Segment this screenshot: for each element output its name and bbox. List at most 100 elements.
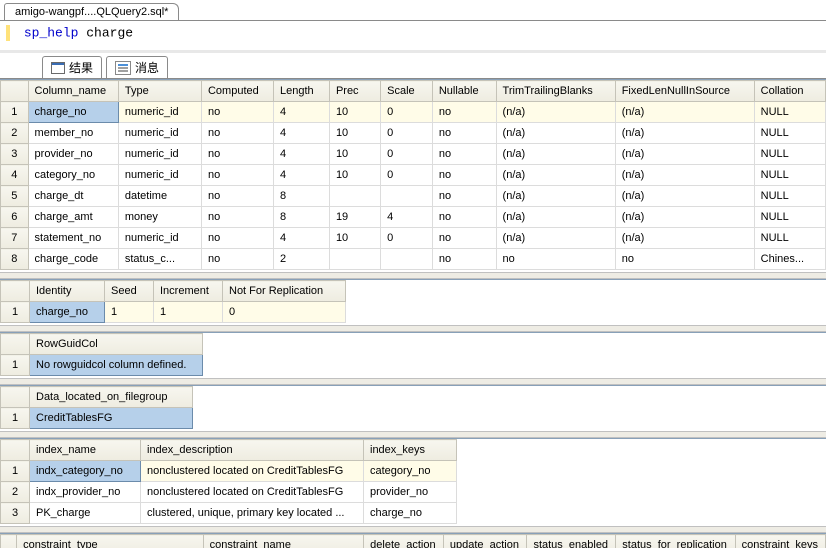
col-header[interactable]: RowGuidCol (30, 334, 203, 355)
table-row[interactable]: 5charge_dtdatetimeno8no(n/a)(n/a)NULL (1, 186, 826, 207)
col-header[interactable]: FixedLenNullInSource (615, 81, 754, 102)
cell[interactable]: charge_amt (28, 207, 118, 228)
cell[interactable]: no (201, 249, 273, 270)
cell[interactable]: no (201, 123, 273, 144)
col-header[interactable]: Length (274, 81, 330, 102)
cell[interactable]: status_c... (118, 249, 201, 270)
cell[interactable]: (n/a) (615, 165, 754, 186)
cell[interactable]: charge_no (28, 102, 118, 123)
cell[interactable]: NULL (754, 207, 825, 228)
rowguidcol-grid[interactable]: RowGuidCol 1 No rowguidcol column define… (0, 332, 826, 376)
cell[interactable]: 2 (274, 249, 330, 270)
cell[interactable]: CreditTablesFG (30, 408, 193, 429)
cell[interactable]: 0 (381, 144, 433, 165)
cell[interactable]: no (615, 249, 754, 270)
cell[interactable]: NULL (754, 228, 825, 249)
table-row[interactable]: 2indx_provider_nononclustered located on… (1, 482, 457, 503)
table-row[interactable]: 1charge_nonumeric_idno4100no(n/a)(n/a)NU… (1, 102, 826, 123)
grid-separator[interactable] (0, 378, 826, 385)
cell[interactable]: statement_no (28, 228, 118, 249)
cell[interactable] (381, 249, 433, 270)
cell[interactable]: 10 (329, 102, 380, 123)
cell[interactable]: provider_no (28, 144, 118, 165)
cell[interactable]: no (201, 144, 273, 165)
cell[interactable]: no (432, 228, 496, 249)
cell[interactable]: 4 (274, 102, 330, 123)
cell[interactable]: no (432, 207, 496, 228)
table-row[interactable]: 7statement_nonumeric_idno4100no(n/a)(n/a… (1, 228, 826, 249)
cell[interactable]: category_no (28, 165, 118, 186)
cell[interactable]: 4 (274, 228, 330, 249)
row-number[interactable]: 8 (1, 249, 29, 270)
cell[interactable]: 1 (105, 302, 154, 323)
cell[interactable]: charge_no (30, 302, 105, 323)
cell[interactable]: numeric_id (118, 228, 201, 249)
cell[interactable]: indx_provider_no (30, 482, 141, 503)
col-header[interactable]: Computed (201, 81, 273, 102)
table-row[interactable]: 3provider_nonumeric_idno4100no(n/a)(n/a)… (1, 144, 826, 165)
cell[interactable]: (n/a) (615, 186, 754, 207)
cell[interactable]: NULL (754, 186, 825, 207)
cell[interactable]: numeric_id (118, 165, 201, 186)
col-header[interactable]: Nullable (432, 81, 496, 102)
cell[interactable]: numeric_id (118, 144, 201, 165)
cell[interactable]: (n/a) (496, 144, 615, 165)
table-row[interactable]: 4category_nonumeric_idno4100no(n/a)(n/a)… (1, 165, 826, 186)
cell[interactable]: charge_code (28, 249, 118, 270)
cell[interactable]: NULL (754, 123, 825, 144)
table-row[interactable]: 1 No rowguidcol column defined. (1, 355, 203, 376)
cell[interactable]: 10 (329, 123, 380, 144)
cell[interactable]: (n/a) (496, 102, 615, 123)
col-header[interactable]: Type (118, 81, 201, 102)
cell[interactable]: numeric_id (118, 102, 201, 123)
col-header[interactable]: Scale (381, 81, 433, 102)
cell[interactable]: 4 (274, 123, 330, 144)
cell[interactable] (329, 249, 380, 270)
tab-results[interactable]: 结果 (42, 56, 102, 78)
col-header[interactable]: status_for_replication (616, 535, 735, 548)
table-row[interactable]: 1 CreditTablesFG (1, 408, 193, 429)
row-number[interactable]: 5 (1, 186, 29, 207)
cell[interactable]: (n/a) (496, 228, 615, 249)
cell[interactable]: (n/a) (496, 123, 615, 144)
col-header[interactable]: index_keys (364, 440, 457, 461)
filegroup-grid[interactable]: Data_located_on_filegroup 1 CreditTables… (0, 385, 826, 429)
col-header[interactable]: Increment (154, 281, 223, 302)
cell[interactable]: no (201, 186, 273, 207)
cell[interactable]: 0 (223, 302, 346, 323)
cell[interactable]: category_no (364, 461, 457, 482)
row-number[interactable]: 6 (1, 207, 29, 228)
cell[interactable]: 10 (329, 144, 380, 165)
cell[interactable]: No rowguidcol column defined. (30, 355, 203, 376)
cell[interactable]: no (201, 228, 273, 249)
cell[interactable]: no (201, 102, 273, 123)
cell[interactable]: 1 (154, 302, 223, 323)
cell[interactable]: charge_dt (28, 186, 118, 207)
grid-separator[interactable] (0, 325, 826, 332)
indexes-grid[interactable]: index_name index_description index_keys … (0, 438, 826, 524)
col-header[interactable]: index_name (30, 440, 141, 461)
cell[interactable]: 4 (274, 165, 330, 186)
row-number[interactable]: 1 (1, 302, 30, 323)
cell[interactable]: (n/a) (615, 123, 754, 144)
col-header[interactable]: index_description (141, 440, 364, 461)
cell[interactable]: 0 (381, 228, 433, 249)
col-header[interactable]: constraint_keys (735, 535, 825, 548)
row-number[interactable]: 1 (1, 102, 29, 123)
cell[interactable]: 0 (381, 102, 433, 123)
cell[interactable]: NULL (754, 144, 825, 165)
cell[interactable]: no (432, 249, 496, 270)
row-number[interactable]: 3 (1, 144, 29, 165)
col-header[interactable]: TrimTrailingBlanks (496, 81, 615, 102)
cell[interactable]: indx_category_no (30, 461, 141, 482)
cell[interactable]: (n/a) (496, 207, 615, 228)
cell[interactable]: (n/a) (496, 186, 615, 207)
cell[interactable]: 0 (381, 123, 433, 144)
tab-messages[interactable]: 消息 (106, 56, 168, 78)
cell[interactable]: no (432, 144, 496, 165)
cell[interactable] (329, 186, 380, 207)
col-header[interactable]: constraint_name (203, 535, 364, 548)
cell[interactable]: (n/a) (615, 207, 754, 228)
col-header[interactable]: Not For Replication (223, 281, 346, 302)
cell[interactable]: (n/a) (496, 165, 615, 186)
